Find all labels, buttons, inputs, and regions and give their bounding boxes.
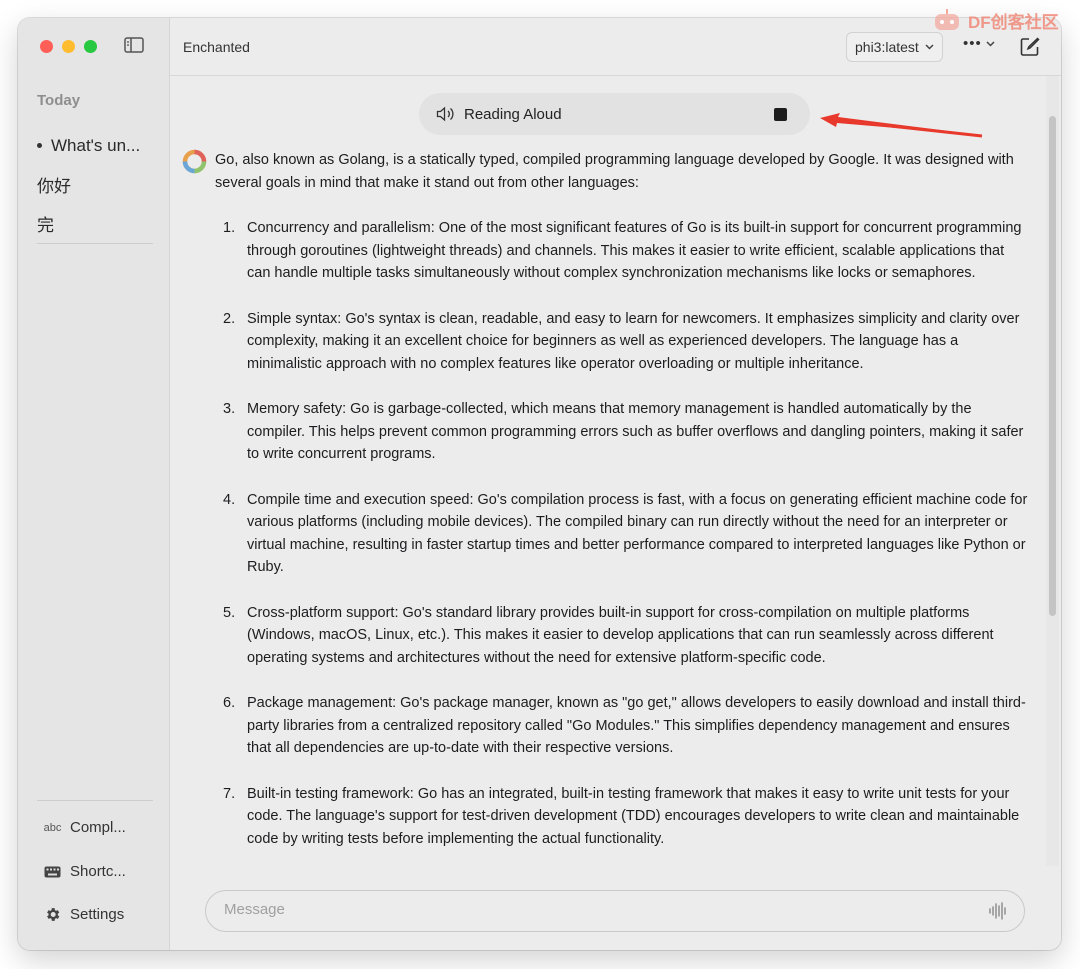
minimize-window-button[interactable] [62, 40, 75, 53]
model-select-value: phi3:latest [855, 39, 919, 55]
close-window-button[interactable] [40, 40, 53, 53]
list-item: 2. Simple syntax: Go's syntax is clean, r… [223, 310, 1020, 372]
window-controls [40, 40, 97, 53]
app-title: Enchanted [183, 39, 250, 55]
zoom-window-button[interactable] [84, 40, 97, 53]
chat-item-label: What's un... [51, 135, 141, 155]
list-item: 5. Cross-platform support: Go's standard … [223, 604, 994, 666]
shortcuts-button[interactable]: Shortc... [43, 863, 126, 880]
section-label-today: Today [37, 92, 81, 109]
chevron-down-icon [925, 44, 934, 50]
list-item: 7. Built-in testing framework: Go has an … [223, 785, 1020, 847]
annotation-arrow [820, 113, 983, 138]
chat-item[interactable]: 你好 [37, 165, 155, 204]
waveform-icon[interactable] [988, 902, 1008, 920]
more-icon: ••• [963, 35, 982, 52]
message-intro: Go, also known as Golang, is a staticall… [215, 152, 1014, 191]
keyboard-icon [43, 866, 62, 878]
completions-button[interactable]: abc Compl... [43, 819, 126, 836]
stop-reading-button[interactable] [774, 108, 787, 121]
message-input[interactable] [222, 900, 966, 919]
watermark: DF创客社区 [930, 8, 1059, 33]
sidebar: Today What's un... 你好 完 abc Compl... Sho… [18, 18, 170, 950]
scrollbar[interactable] [1046, 76, 1059, 866]
model-select[interactable]: phi3:latest [846, 32, 943, 62]
chat-item-label: 完 [37, 216, 54, 235]
chat-item[interactable]: 完 [37, 204, 155, 243]
settings-label: Settings [70, 906, 125, 923]
reading-aloud-bar: Reading Aloud [419, 93, 810, 135]
chat-item-label: 你好 [37, 177, 71, 196]
completions-label: Compl... [70, 819, 126, 836]
chat-item-active[interactable]: What's un... [37, 126, 155, 165]
shortcuts-label: Shortc... [70, 863, 126, 880]
active-dot-icon [37, 143, 42, 148]
message-composer [205, 890, 1025, 932]
toolbar: Enchanted phi3:latest ••• [170, 18, 1061, 76]
settings-button[interactable]: Settings [43, 906, 124, 923]
main-panel: Enchanted phi3:latest ••• Reading Aloud … [170, 18, 1061, 950]
sidebar-toggle-icon[interactable] [124, 37, 144, 53]
watermark-text: DF创客社区 [968, 13, 1059, 32]
ollama-ring-icon [182, 149, 207, 174]
gear-icon [43, 906, 62, 923]
sidebar-divider [37, 243, 153, 244]
reading-aloud-label: Reading Aloud [464, 106, 562, 123]
new-chat-button[interactable] [1020, 37, 1040, 62]
compose-icon [1020, 37, 1040, 56]
list-item: 1. Concurrency and parallelism: One of th… [223, 220, 1022, 281]
assistant-avatar [182, 149, 207, 174]
message-list: 1. Concurrency and parallelism: One of th… [215, 217, 1030, 850]
more-menu-button[interactable]: ••• [963, 35, 995, 52]
abc-icon: abc [43, 821, 62, 834]
app-window: Today What's un... 你好 完 abc Compl... Sho… [18, 18, 1061, 950]
sidebar-divider [37, 800, 153, 801]
list-item: 6. Package management: Go's package manag… [223, 695, 1026, 756]
scroll-thumb[interactable] [1049, 116, 1056, 616]
chat-list: What's un... 你好 完 [37, 126, 155, 243]
assistant-message: Go, also known as Golang, is a staticall… [215, 149, 1030, 873]
list-item: 3. Memory safety: Go is garbage-collected… [223, 401, 1024, 462]
speaker-icon [436, 106, 454, 122]
chevron-down-icon [986, 40, 995, 47]
robot-logo-icon [935, 8, 959, 30]
list-item: 4. Compile time and execution speed: Go's… [223, 491, 1028, 576]
